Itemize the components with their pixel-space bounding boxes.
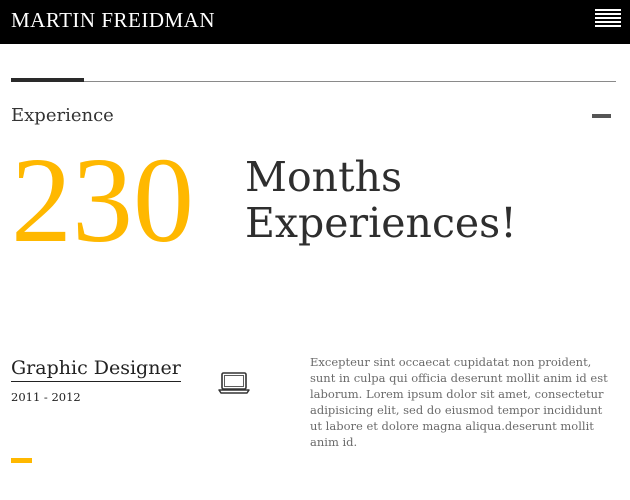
top-header: MARTIN FREIDMAN — [0, 0, 630, 44]
menu-line — [595, 17, 621, 19]
job-description: Excepteur sint occaecat cupidatat non pr… — [310, 355, 608, 449]
experience-months-label: Months Experiences! — [245, 154, 517, 246]
menu-line — [595, 21, 621, 23]
section-divider-accent — [11, 78, 84, 82]
job-title: Graphic Designer — [11, 357, 181, 382]
minus-bar — [592, 114, 611, 118]
menu-line — [595, 13, 621, 15]
minus-icon[interactable] — [592, 108, 611, 122]
section-divider — [11, 81, 616, 82]
footer-accent-bar — [11, 458, 32, 463]
section-title: Experience — [11, 105, 114, 126]
job-years: 2011 - 2012 — [11, 390, 81, 404]
experience-months-value: 230 — [11, 133, 194, 268]
label-line-1: Months — [245, 153, 402, 201]
menu-line — [595, 9, 621, 11]
label-line-2: Experiences! — [245, 199, 517, 247]
hamburger-menu-icon[interactable] — [595, 9, 621, 29]
site-brand[interactable]: MARTIN FREIDMAN — [11, 8, 215, 33]
laptop-icon — [218, 372, 250, 394]
menu-line — [595, 25, 621, 27]
